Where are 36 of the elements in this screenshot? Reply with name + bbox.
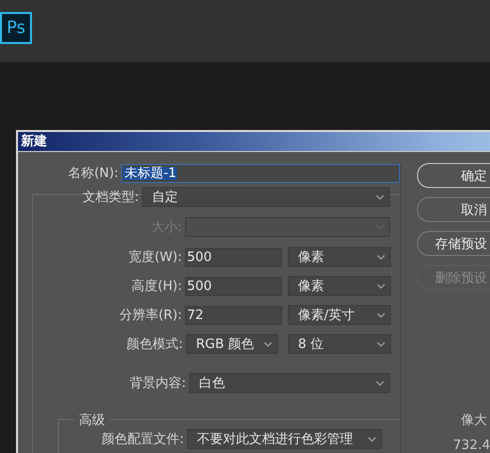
chevron-icon [368, 436, 376, 442]
depth-select[interactable]: 8 位 [288, 334, 391, 354]
field-label: 背景内容: [128, 376, 187, 390]
preset-select[interactable]: 自定 [142, 187, 390, 207]
field-label: 分辨率(R): [118, 308, 183, 322]
name-input[interactable]: 未标题-1 [121, 164, 400, 182]
value-input[interactable]: 500 [185, 248, 282, 266]
field-label: 名称(N): [67, 166, 120, 180]
size-value: 732.4 [453, 438, 490, 453]
chevron-icon [264, 342, 272, 346]
field-label: 颜色配置文件: [100, 432, 185, 446]
field-label: 宽度(W): [128, 250, 183, 264]
app-logo: Ps [0, 12, 32, 44]
chevron-icon [377, 342, 385, 346]
dialog-button[interactable]: 确定 [417, 163, 490, 188]
unit-select[interactable]: 像素 [288, 276, 391, 296]
size-label: 像大 [461, 412, 488, 429]
group-title: 高级 [74, 411, 110, 429]
chevron-icon [376, 380, 384, 386]
chevron-icon [377, 254, 385, 260]
background-select[interactable]: 白色 [189, 373, 390, 393]
field-label: 高度(H): [130, 280, 183, 292]
unit-select[interactable]: 像素 [288, 247, 391, 267]
value-input[interactable]: 72 [185, 306, 282, 324]
field-label: 颜色模式: [126, 338, 184, 350]
mode-select[interactable]: RGB 颜色 [186, 334, 278, 354]
chevron-icon [377, 312, 385, 318]
profile-select[interactable]: 不要对此文档进行色彩管理 [187, 429, 382, 449]
dialog-button[interactable]: 取消 [417, 197, 490, 222]
chevron-icon [376, 194, 384, 200]
value-input[interactable]: 500 [185, 276, 282, 296]
unit-select[interactable]: 像素/英寸 [288, 305, 391, 325]
field-label: 文档类型: [82, 190, 140, 204]
dialog-button[interactable]: 存储预设 [417, 231, 490, 256]
chevron-icon [377, 284, 385, 288]
dialog-title: 新建 [18, 132, 490, 152]
